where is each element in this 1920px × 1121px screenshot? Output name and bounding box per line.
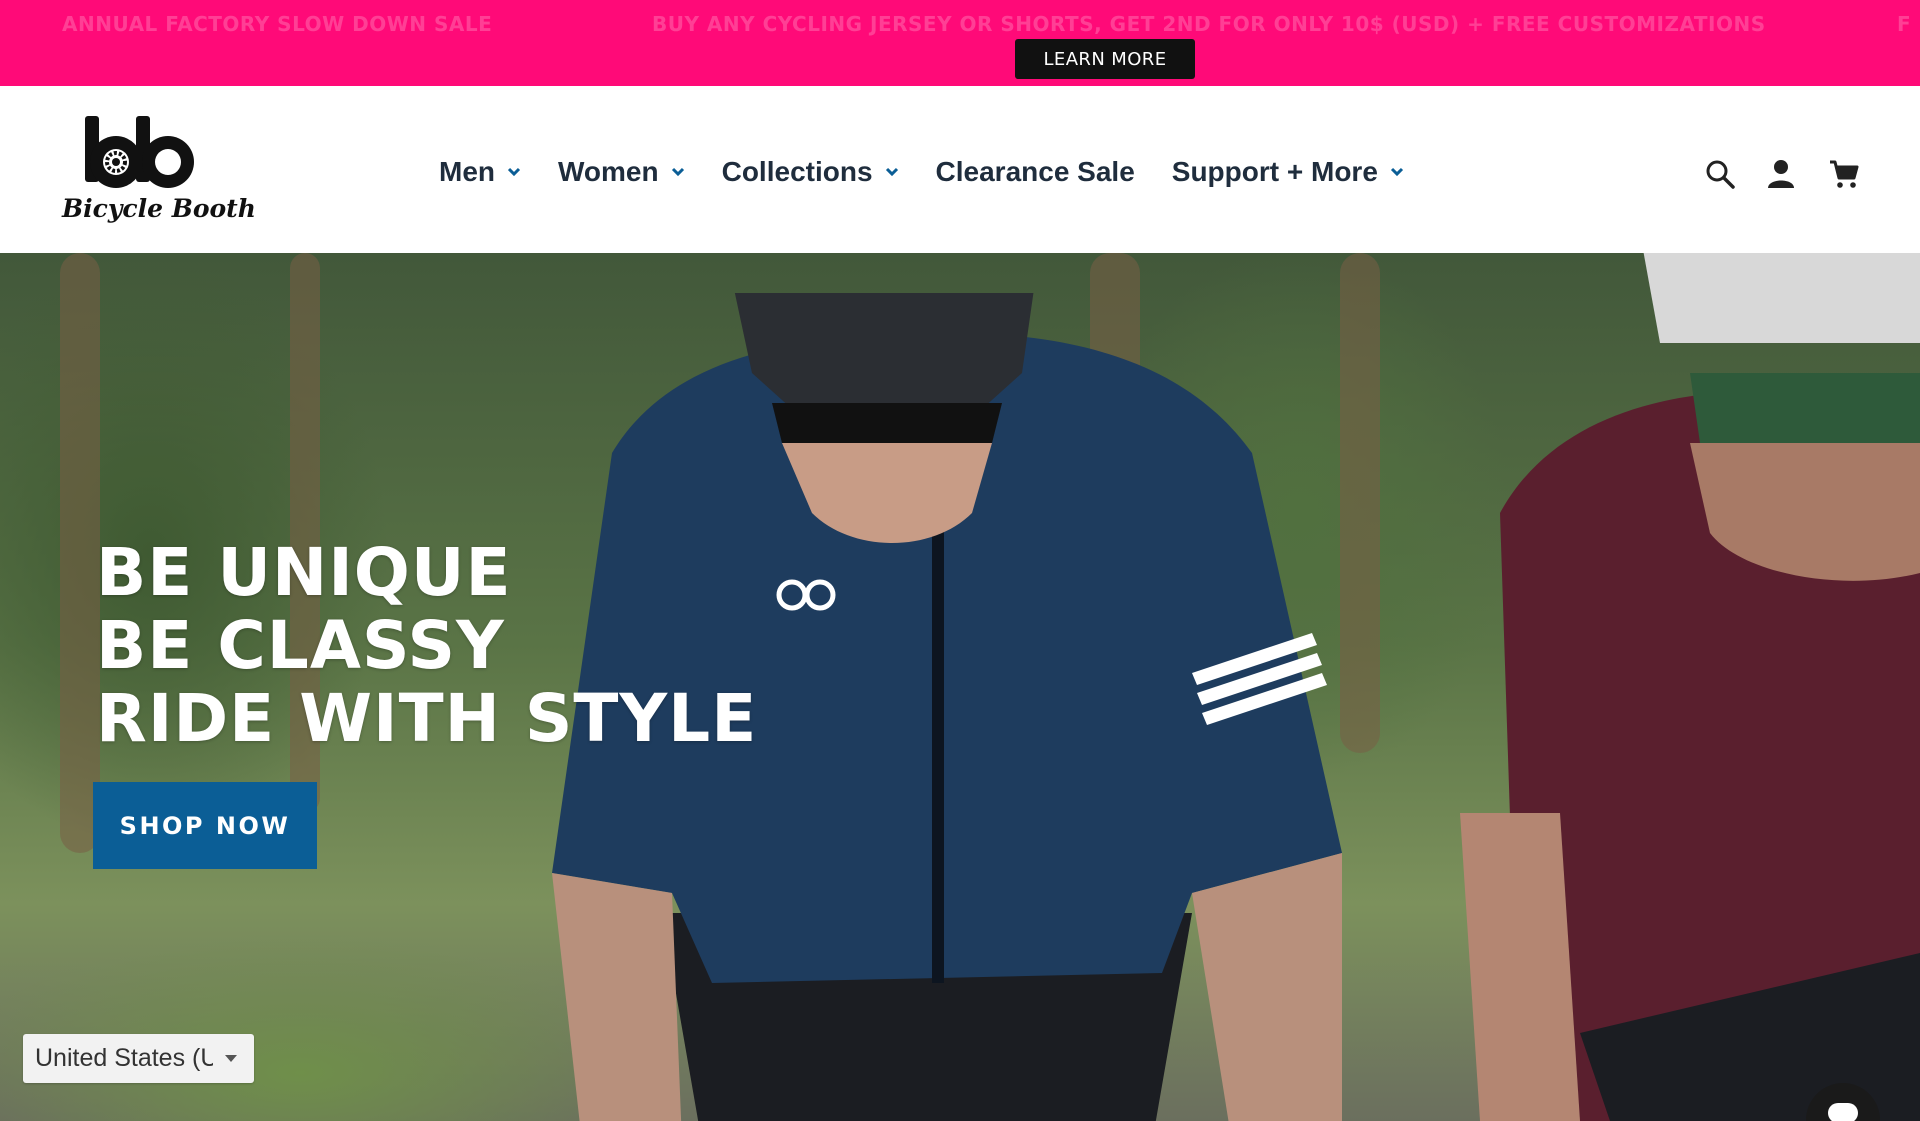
nav-item-clearance-sale[interactable]: Clearance Sale [936, 156, 1135, 188]
search-icon[interactable] [1704, 158, 1736, 190]
headline-line: BE UNIQUE [96, 534, 512, 611]
announcement-message: BUY ANY CYCLING JERSEY OR SHORTS, GET 2N… [652, 12, 1766, 36]
chevron-down-icon [1390, 167, 1403, 177]
country-selector-value: United States (U [35, 1044, 213, 1072]
announcement-message: F [1897, 12, 1912, 36]
site-header: Bicycle Booth Men Women Collections Clea… [0, 86, 1920, 253]
nav-item-label: Women [558, 156, 659, 187]
headline-line: BE CLASSY [96, 607, 505, 684]
logo[interactable]: Bicycle Booth [58, 112, 256, 228]
chevron-down-icon [671, 167, 684, 177]
hero-banner: BE UNIQUE BE CLASSY RIDE WITH STYLE SHOP… [0, 253, 1920, 1121]
nav-item-label: Collections [721, 156, 873, 187]
nav-item-men[interactable]: Men [439, 156, 521, 188]
hero-headline: BE UNIQUE BE CLASSY RIDE WITH STYLE [96, 536, 757, 755]
account-icon[interactable] [1765, 158, 1797, 190]
chevron-down-icon [507, 167, 521, 177]
nav-item-label: Support + More [1171, 156, 1378, 187]
main-nav: Men Women Collections Clearance Sale Sup… [439, 152, 1441, 192]
logo-text: Bicycle Booth [62, 194, 256, 223]
nav-item-support-more[interactable]: Support + More [1172, 156, 1404, 188]
announcement-bar: ANNUAL FACTORY SLOW DOWN SALE BUY ANY CY… [0, 0, 1920, 86]
nav-item-women[interactable]: Women [558, 156, 685, 188]
nav-item-label: Clearance Sale [935, 156, 1135, 187]
nav-item-collections[interactable]: Collections [722, 156, 899, 188]
caret-down-icon [225, 1055, 237, 1062]
chat-icon [1828, 1103, 1858, 1121]
background-tree [60, 253, 100, 853]
cart-icon[interactable] [1828, 158, 1860, 190]
second-cyclist-photo [1460, 253, 1920, 1121]
country-selector[interactable]: United States (U [23, 1034, 254, 1083]
learn-more-button[interactable]: LEARN MORE [1015, 39, 1195, 79]
announcement-message: ANNUAL FACTORY SLOW DOWN SALE [62, 12, 493, 36]
headline-line: RIDE WITH STYLE [96, 680, 758, 757]
nav-item-label: Men [439, 156, 495, 187]
shop-now-button[interactable]: SHOP NOW [93, 782, 317, 869]
chevron-down-icon [885, 167, 898, 177]
background-tree [1340, 253, 1380, 753]
